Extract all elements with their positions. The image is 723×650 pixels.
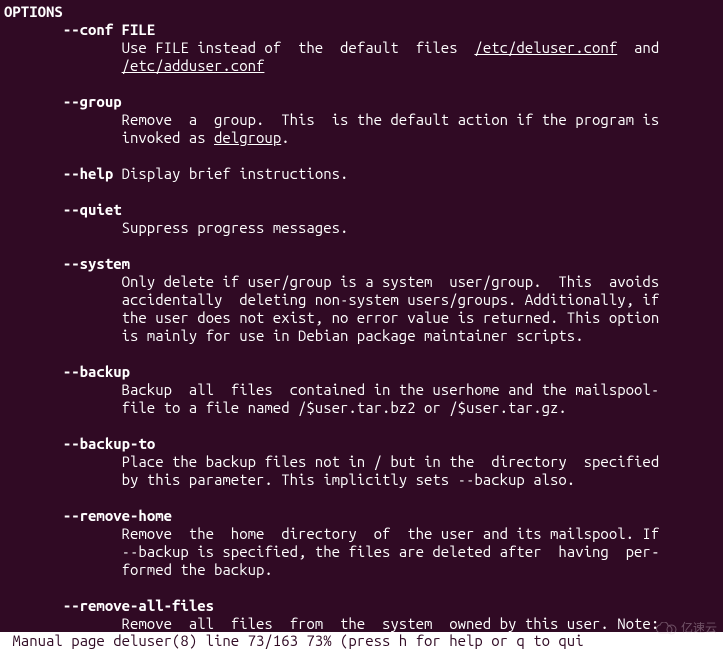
option-backup-desc-2: file to a file named /$user.tar.bz2 or /…	[122, 399, 567, 416]
option-group-desc-1: Remove a group. This is the default acti…	[122, 111, 660, 128]
option-help-desc: Display brief instructions.	[113, 165, 348, 182]
file-adduser-conf: /etc/adduser.conf	[122, 57, 265, 74]
option-remove-home-desc-3: formed the backup.	[122, 561, 273, 578]
option-system-flag: --system	[63, 255, 130, 272]
option-system-desc-4: is mainly for use in Debian package main…	[122, 327, 584, 344]
pager-status-line[interactable]: Manual page deluser(8) line 73/163 73% (…	[0, 632, 723, 650]
option-remove-all-files-flag: --remove-all-files	[63, 597, 214, 614]
option-group-flag: --group	[63, 93, 122, 110]
option-backup-to-desc-2: by this parameter. This implicitly sets …	[122, 471, 576, 488]
option-conf-flag: --conf FILE	[63, 21, 155, 38]
option-backup-flag: --backup	[63, 363, 130, 380]
option-quiet-desc: Suppress progress messages.	[122, 219, 349, 236]
option-backup-to-desc-1: Place the backup files not in / but in t…	[122, 453, 660, 470]
option-backup-to-flag: --backup-to	[63, 435, 155, 452]
option-remove-all-files-desc-1: Remove all files from the system owned b…	[122, 615, 660, 632]
section-header: OPTIONS	[4, 3, 63, 20]
option-help-flag: --help	[63, 165, 113, 182]
option-conf-desc: Use FILE instead of the default files /e…	[122, 39, 660, 56]
option-system-desc-2: accidentally deleting non-system users/g…	[122, 291, 660, 308]
option-remove-home-desc-2: --backup is specified, the files are del…	[122, 543, 660, 560]
option-quiet-flag: --quiet	[63, 201, 122, 218]
option-group-desc-2: invoked as delgroup.	[122, 129, 290, 146]
option-backup-desc-1: Backup all files contained in the userho…	[122, 381, 660, 398]
option-system-desc-3: the user does not exist, no error value …	[122, 309, 660, 326]
cmd-delgroup: delgroup	[214, 129, 281, 146]
option-system-desc-1: Only delete if user/group is a system us…	[122, 273, 660, 290]
option-remove-home-desc-1: Remove the home directory of the user an…	[122, 525, 660, 542]
file-deluser-conf: /etc/deluser.conf	[474, 39, 617, 56]
terminal-viewport[interactable]: OPTIONS --conf FILE Use FILE instead of …	[0, 0, 723, 650]
option-remove-home-flag: --remove-home	[63, 507, 172, 524]
